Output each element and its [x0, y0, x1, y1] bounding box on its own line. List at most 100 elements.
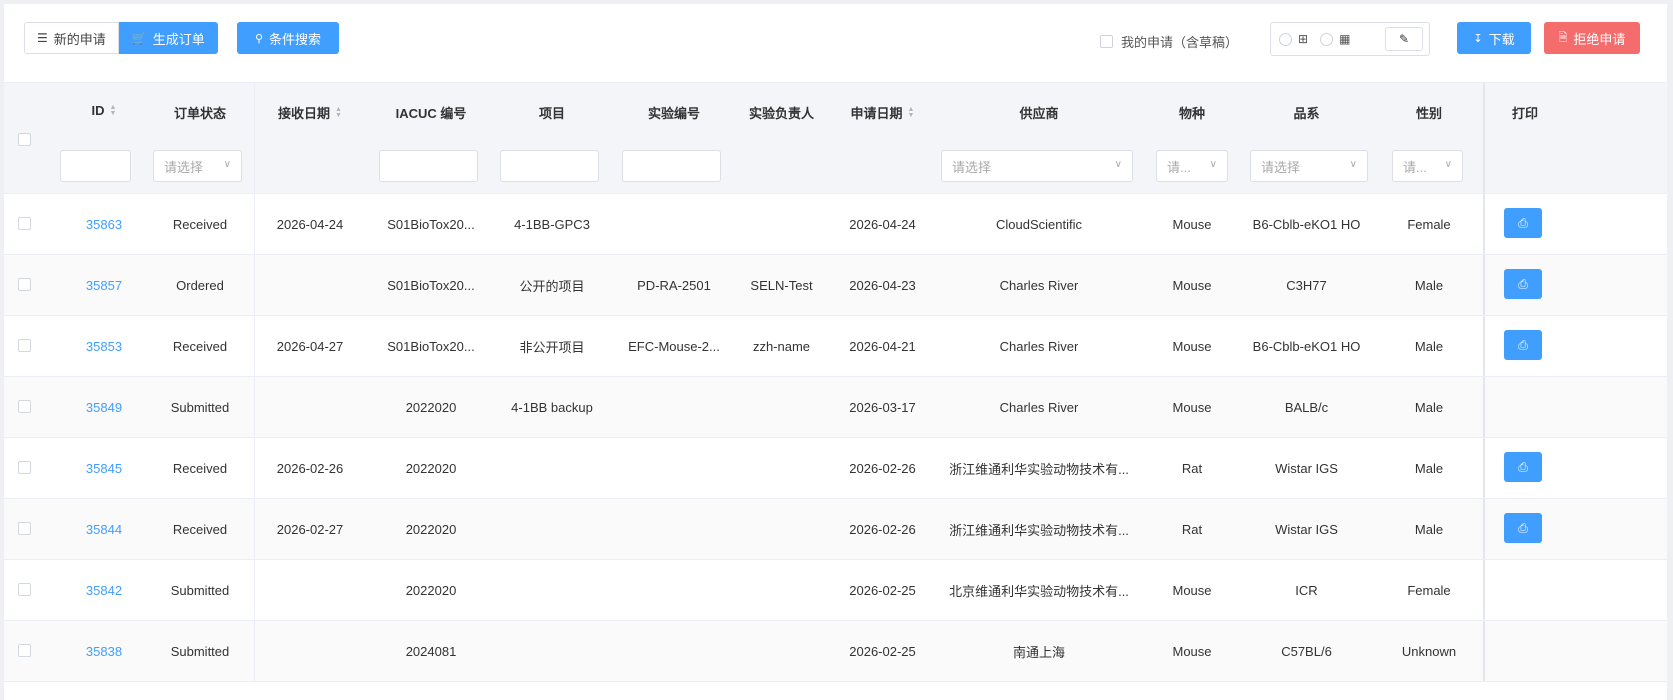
row-checkbox[interactable] — [18, 461, 31, 474]
view-mode-switcher: ⊞ ▦ ✎ — [1270, 22, 1430, 56]
cell-iacuc: S01BioTox20... — [376, 194, 486, 254]
cell-id-text[interactable]: 35845 — [86, 461, 122, 476]
table-row[interactable]: 35844 Received 2026-02-27 2022020 2026-02-26… — [4, 499, 1667, 560]
cell-id-text[interactable]: 35849 — [86, 400, 122, 415]
cell-received-date-text: 2026-04-24 — [276, 216, 344, 232]
condition-search-label: 条件搜索 — [269, 31, 322, 47]
cell-project — [497, 438, 607, 498]
print-button[interactable]: ⎙ — [1504, 208, 1542, 238]
supplier-filter-placeholder: 请选择 — [952, 159, 992, 175]
orders-panel: ☰ 新的申请 🛒 生成订单 ⚲ 条件搜索 我的申请（含草稿） ⊞ ▦ ✎ ↧ 下… — [4, 4, 1667, 700]
table-row[interactable]: 35845 Received 2026-02-26 2022020 2026-02-26… — [4, 438, 1667, 499]
table-icon: ⊞ — [1298, 32, 1309, 46]
cell-id[interactable]: 35857 — [49, 255, 159, 315]
id-filter-input[interactable] — [60, 150, 131, 182]
view-radio-grid[interactable] — [1320, 32, 1334, 46]
col-received-date[interactable]: 接收日期 ▲ ▼ — [255, 83, 365, 195]
cell-iacuc: 2022020 — [376, 438, 486, 498]
cell-strain: C3H77 — [1244, 255, 1369, 315]
print-button[interactable]: ⎙ — [1504, 330, 1542, 360]
cell-id-text[interactable]: 35853 — [86, 339, 122, 354]
status-filter-select[interactable]: 请选择 ∨ — [153, 150, 242, 182]
table-row[interactable]: 35857 Ordered S01BioTox20... 公开的项目 PD-RA-250… — [4, 255, 1667, 316]
sort-icon[interactable]: ▲ ▼ — [908, 106, 915, 119]
species-filter-select[interactable]: 请... ∨ — [1156, 150, 1228, 182]
col-apply-date[interactable]: 申请日期 ▲ ▼ — [830, 83, 935, 195]
row-checkbox[interactable] — [18, 400, 31, 413]
print-button[interactable]: ⎙ — [1504, 269, 1542, 299]
cell-strain-text: C57BL/6 — [1281, 643, 1332, 659]
edit-columns-button[interactable]: ✎ — [1385, 27, 1423, 51]
cell-status-text: Submitted — [170, 643, 230, 659]
cell-id-text[interactable]: 35838 — [86, 644, 122, 659]
row-checkbox[interactable] — [18, 644, 31, 657]
supplier-filter-select[interactable]: 请选择 ∨ — [941, 150, 1133, 182]
row-checkbox[interactable] — [18, 278, 31, 291]
sex-filter-select[interactable]: 请... ∨ — [1392, 150, 1463, 182]
cell-id-text[interactable]: 35844 — [86, 522, 122, 537]
view-radio-compact[interactable] — [1279, 32, 1292, 46]
cell-experiment-lead — [729, 499, 834, 559]
table-row[interactable]: 35849 Submitted 2022020 4-1BB backup 2026-03… — [4, 377, 1667, 438]
cell-received-date — [255, 377, 365, 437]
col-id[interactable]: ID ▲ ▼ — [49, 83, 159, 195]
sort-icon[interactable]: ▲ ▼ — [335, 106, 342, 119]
strain-filter-select[interactable]: 请选择 ∨ — [1250, 150, 1368, 182]
cell-experiment-lead-text: SELN-Test — [750, 277, 813, 293]
cell-status-text: Submitted — [170, 582, 230, 598]
cell-species-text: Mouse — [1172, 582, 1212, 598]
cell-sex-text: Female — [1407, 582, 1451, 598]
cell-strain: B6-Cblb-eKO1 HO — [1244, 194, 1369, 254]
sort-icon[interactable]: ▲ ▼ — [110, 104, 117, 117]
print-button[interactable]: ⎙ — [1504, 452, 1542, 482]
condition-search-button[interactable]: ⚲ 条件搜索 — [237, 22, 339, 54]
project-filter-input[interactable] — [500, 150, 599, 182]
col-print-label: 打印 — [1511, 106, 1538, 121]
col-species-label: 物种 — [1178, 106, 1205, 121]
cell-received-date: 2026-04-27 — [255, 316, 365, 376]
experiment-no-filter-input[interactable] — [622, 150, 721, 182]
cell-iacuc: 2022020 — [376, 377, 486, 437]
cell-id[interactable]: 35849 — [49, 377, 159, 437]
cell-iacuc-text: 2022020 — [405, 582, 457, 598]
reject-request-button[interactable]: 🗎 拒绝申请 — [1544, 22, 1640, 54]
table-row[interactable]: 35863 Received 2026-04-24 S01BioTox20... 4-1… — [4, 194, 1667, 255]
row-checkbox[interactable] — [18, 522, 31, 535]
cell-strain-text: ICR — [1295, 582, 1318, 598]
row-checkbox[interactable] — [18, 583, 31, 596]
cell-id-text[interactable]: 35857 — [86, 278, 122, 293]
cell-status: Received — [150, 438, 250, 498]
cell-sex-text: Male — [1414, 521, 1444, 537]
my-requests-filter[interactable]: 我的申请（含草稿） — [1100, 32, 1238, 51]
row-checkbox[interactable] — [18, 217, 31, 230]
download-button[interactable]: ↧ 下载 — [1457, 22, 1531, 54]
cell-id[interactable]: 35842 — [49, 560, 159, 620]
row-checkbox[interactable] — [18, 339, 31, 352]
cell-id[interactable]: 35844 — [49, 499, 159, 559]
cell-id[interactable]: 35838 — [49, 621, 159, 681]
my-requests-checkbox[interactable] — [1100, 35, 1113, 48]
print-button[interactable]: ⎙ — [1504, 513, 1542, 543]
reject-document-icon: 🗎 — [1558, 31, 1568, 44]
cell-id[interactable]: 35853 — [49, 316, 159, 376]
iacuc-filter-input[interactable] — [379, 150, 478, 182]
table-row[interactable]: 35838 Submitted 2024081 2026-02-25 南通上海 Mouse… — [4, 621, 1667, 682]
cell-experiment-no — [619, 560, 729, 620]
cell-id[interactable]: 35863 — [49, 194, 159, 254]
cell-id[interactable]: 35845 — [49, 438, 159, 498]
select-all-checkbox[interactable] — [18, 133, 31, 146]
cell-apply-date-text: 2026-02-26 — [849, 460, 916, 476]
cell-sex-text: Female — [1407, 216, 1451, 232]
table-row[interactable]: 35842 Submitted 2022020 2026-02-25 北京维通利华实验动… — [4, 560, 1667, 621]
cell-status-text: Received — [172, 338, 228, 354]
cell-supplier-text: 浙江维通利华实验动物技术有... — [949, 522, 1129, 538]
cell-experiment-no: EFC-Mouse-2... — [619, 316, 729, 376]
cell-species: Rat — [1152, 438, 1232, 498]
cell-id-text[interactable]: 35842 — [86, 583, 122, 598]
cell-id-text[interactable]: 35863 — [86, 217, 122, 232]
generate-order-button[interactable]: 🛒 生成订单 — [118, 22, 218, 54]
chevron-down-icon: ∨ — [1209, 159, 1217, 170]
table-row[interactable]: 35853 Received 2026-04-27 S01BioTox20... 非公开… — [4, 316, 1667, 377]
col-strain: 品系 请选择 ∨ — [1244, 83, 1369, 195]
new-request-button[interactable]: ☰ 新的申请 — [24, 22, 119, 54]
